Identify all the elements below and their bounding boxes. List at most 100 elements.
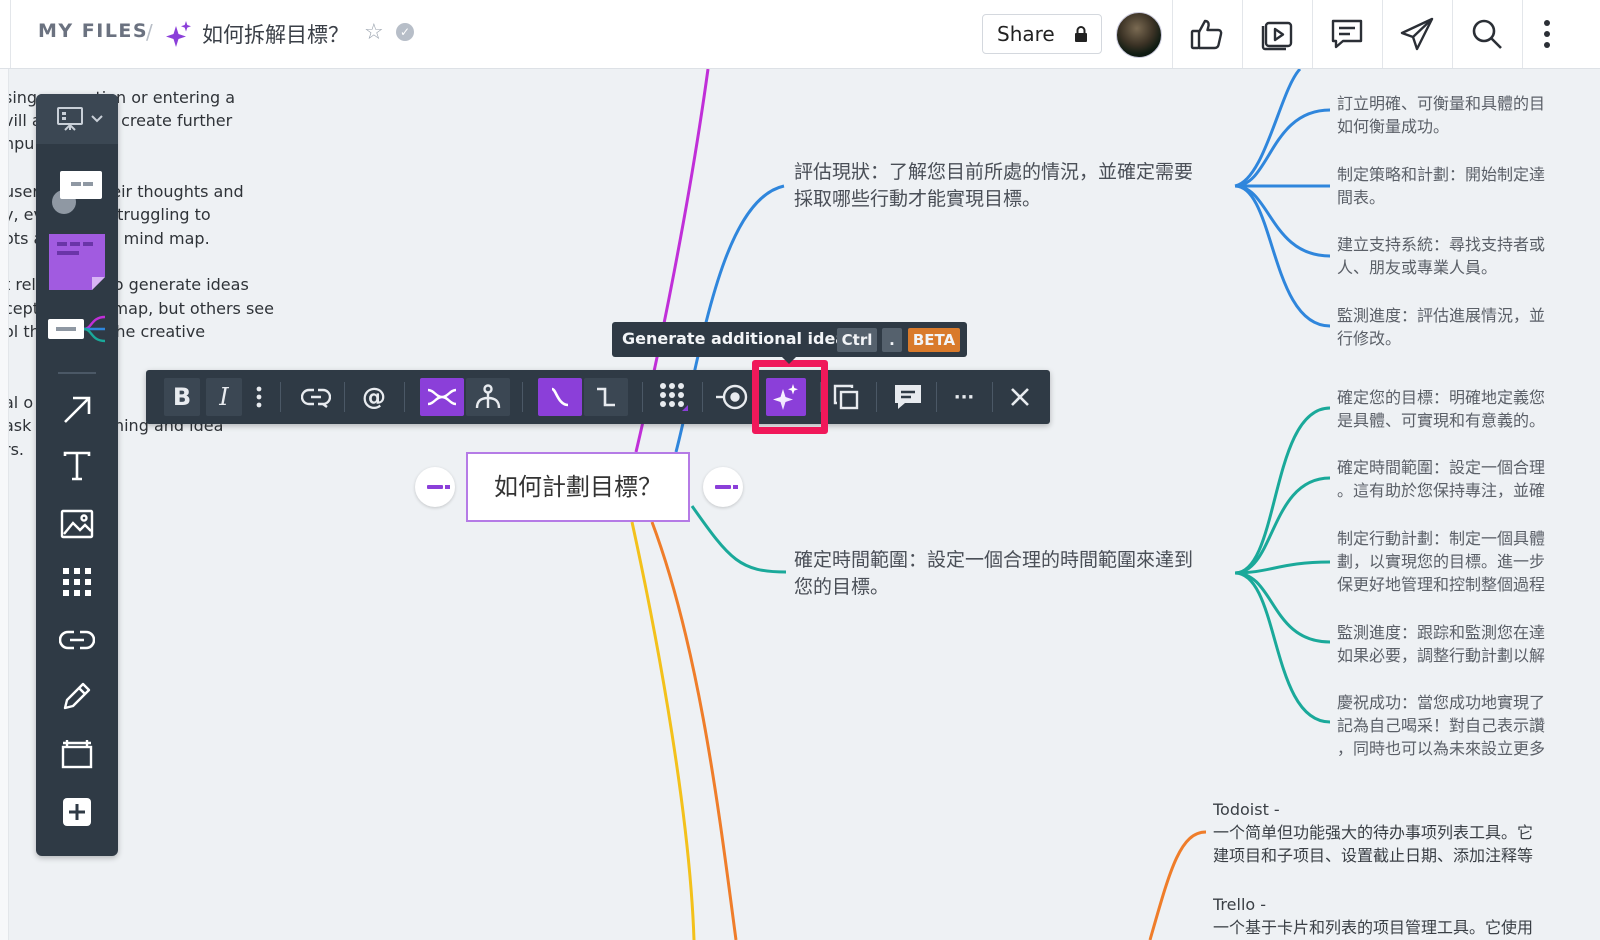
comment-button[interactable] xyxy=(888,378,928,416)
document-title[interactable]: 如何拆解目標？ xyxy=(202,19,349,49)
top-header: MY FILES / 如何拆解目標？ ☆ ✓ Share xyxy=(0,0,1600,69)
mindmap-tool[interactable] xyxy=(36,310,118,350)
mindmap-branch-icon xyxy=(427,388,457,406)
color-button[interactable] xyxy=(654,378,694,416)
leaf-line: 間表。 xyxy=(1337,188,1386,207)
leaf-line: 一个基于卡片和列表的项目管理工具。它使用 xyxy=(1213,918,1534,937)
send-button[interactable] xyxy=(1382,0,1451,68)
frame-tool[interactable] xyxy=(36,734,118,774)
pen-tool[interactable] xyxy=(36,676,118,716)
mindmap-leaf-trello[interactable]: Trello - 一个基于卡片和列表的项目管理工具。它使用 xyxy=(1213,893,1573,939)
arrow-icon xyxy=(64,396,91,423)
mindmap-leaf[interactable]: 制定策略和計劃：開始制定達 間表。 xyxy=(1337,163,1577,209)
collapse-right-button[interactable] xyxy=(703,467,743,507)
link-button[interactable] xyxy=(296,378,336,416)
presentation-icon xyxy=(57,107,83,131)
toolbar-divider xyxy=(404,382,405,412)
more-menu-button[interactable] xyxy=(1522,0,1571,68)
thumbs-up-button[interactable] xyxy=(1172,0,1241,68)
curved-connector-button[interactable] xyxy=(538,378,582,416)
node-line: 您的目標。 xyxy=(794,576,890,598)
search-icon xyxy=(1472,19,1502,49)
plus-icon xyxy=(63,798,91,826)
present-button[interactable] xyxy=(1242,0,1311,68)
mindmap-icon xyxy=(48,315,106,343)
comments-button[interactable] xyxy=(1312,0,1381,68)
italic-label: I xyxy=(219,383,229,411)
text-icon xyxy=(63,451,91,481)
presentation-mode-button[interactable] xyxy=(36,94,118,144)
mindmap-node-timeframe[interactable]: 確定時間範圍：設定一個合理的時間範圍來達到 您的目標。 xyxy=(794,547,1193,601)
leaf-line: 。這有助於您保持專注，並確 xyxy=(1337,481,1546,500)
leaf-line: 保更好地管理和控制整個過程 xyxy=(1337,575,1546,594)
breadcrumb-my-files[interactable]: MY FILES xyxy=(38,20,148,42)
toolbar-divider xyxy=(344,382,345,412)
duplicate-button[interactable] xyxy=(828,378,864,416)
mindmap-leaf[interactable]: 確定您的目標：明確地定義您 是具體、可實現和有意義的。 xyxy=(1337,386,1577,432)
mindmap-leaf[interactable]: 訂立明確、可衡量和具體的目 如何衡量成功。 xyxy=(1337,92,1577,138)
mention-button[interactable]: @ xyxy=(354,378,394,416)
bold-button[interactable]: B xyxy=(164,378,200,416)
link-tool[interactable] xyxy=(36,620,118,660)
sticky-note-tool[interactable] xyxy=(36,232,118,292)
toolbar-divider xyxy=(702,382,703,412)
duplicate-icon xyxy=(833,384,859,410)
mindmap-leaf[interactable]: 建立支持系統：尋找支持者或 人、朋友或專業人員。 xyxy=(1337,233,1577,279)
star-icon[interactable]: ☆ xyxy=(364,20,384,45)
shapes-tool[interactable] xyxy=(36,166,118,216)
mindmap-leaf[interactable]: 確定時間範圍：設定一個合理 。這有助於您保持專注，並確 xyxy=(1337,456,1577,502)
toolbar-divider xyxy=(642,382,643,412)
thumbs-up-icon xyxy=(1190,19,1223,50)
search-button[interactable] xyxy=(1452,0,1521,68)
beta-badge: BETA xyxy=(908,328,960,352)
collapse-left-button[interactable] xyxy=(415,467,455,507)
italic-button[interactable]: I xyxy=(206,378,242,416)
focus-button[interactable] xyxy=(712,378,752,416)
mention-label: @ xyxy=(362,383,386,411)
leaf-line: Todoist - xyxy=(1213,800,1280,819)
avatar[interactable] xyxy=(1116,12,1162,58)
leaf-line: 是具體、可實現和有意義的。 xyxy=(1337,411,1546,430)
link-icon xyxy=(301,388,331,408)
more-options-button[interactable]: ··· xyxy=(946,378,982,416)
elbow-connector-button[interactable] xyxy=(584,378,628,416)
canvas-left-edge xyxy=(0,69,9,940)
pen-icon xyxy=(63,682,91,710)
generate-ideas-highlight xyxy=(752,360,828,434)
shortcut-key-period: . xyxy=(882,328,902,352)
grid-color-icon xyxy=(660,383,688,411)
toolbar-divider xyxy=(58,372,96,374)
image-tool[interactable] xyxy=(36,504,118,544)
mindmap-leaf[interactable]: 制定行動計劃：制定一個具體 劃，以實現您的目標。進一步 保更好地管理和控制整個過… xyxy=(1337,527,1577,596)
text-options-button[interactable] xyxy=(248,378,270,416)
vertical-dots-icon xyxy=(256,386,262,408)
comment-icon xyxy=(1331,19,1363,49)
leaf-line: ，同時也可以為未來設立更多 xyxy=(1337,739,1546,758)
share-button[interactable]: Share xyxy=(982,14,1102,54)
mindmap-node-assess[interactable]: 評估現狀：了解您目前所處的情況，並確定需要 採取哪些行動才能實現目標。 xyxy=(794,159,1193,213)
mindmap-leaf[interactable]: 慶祝成功：當您成功地實現了 記為自己喝采！對自己表示讚 ，同時也可以為未來設立更… xyxy=(1337,691,1577,760)
mindmap-leaf-todoist[interactable]: Todoist - 一个简单但功能强大的待办事项列表工具。它 建项目和子项目、设… xyxy=(1213,798,1573,867)
leaf-line: 制定策略和計劃：開始制定達 xyxy=(1337,165,1546,184)
add-more-button[interactable] xyxy=(36,792,118,832)
arrow-tool[interactable] xyxy=(36,390,118,430)
leaf-line: 建项目和子项目、设置截止日期、添加注释等 xyxy=(1213,846,1534,865)
center-node[interactable]: 如何計劃目標？ xyxy=(466,452,690,522)
format-toolbar: B I @ ··· xyxy=(146,370,1050,424)
org-chart-layout-button[interactable] xyxy=(466,378,510,416)
more-options-label: ··· xyxy=(953,386,975,408)
frame-icon xyxy=(61,740,93,769)
mindmap-leaf[interactable]: 監測進度：評估進展情況，並 行修改。 xyxy=(1337,304,1577,350)
mindmap-leaf[interactable]: 監測進度：跟踪和監測您在達 如果必要，調整行動計劃以解 xyxy=(1337,621,1577,667)
node-line: 採取哪些行動才能實現目標。 xyxy=(794,188,1042,210)
header-left-divider xyxy=(10,0,11,68)
close-toolbar-button[interactable] xyxy=(1002,378,1038,416)
image-icon xyxy=(60,509,94,539)
verified-check-icon: ✓ xyxy=(396,23,414,41)
sparkle-icon xyxy=(166,21,191,47)
toolbar-divider xyxy=(936,382,937,412)
mindmap-layout-button[interactable] xyxy=(420,378,464,416)
send-icon xyxy=(1400,17,1434,51)
text-tool[interactable] xyxy=(36,446,118,486)
apps-tool[interactable] xyxy=(36,562,118,602)
